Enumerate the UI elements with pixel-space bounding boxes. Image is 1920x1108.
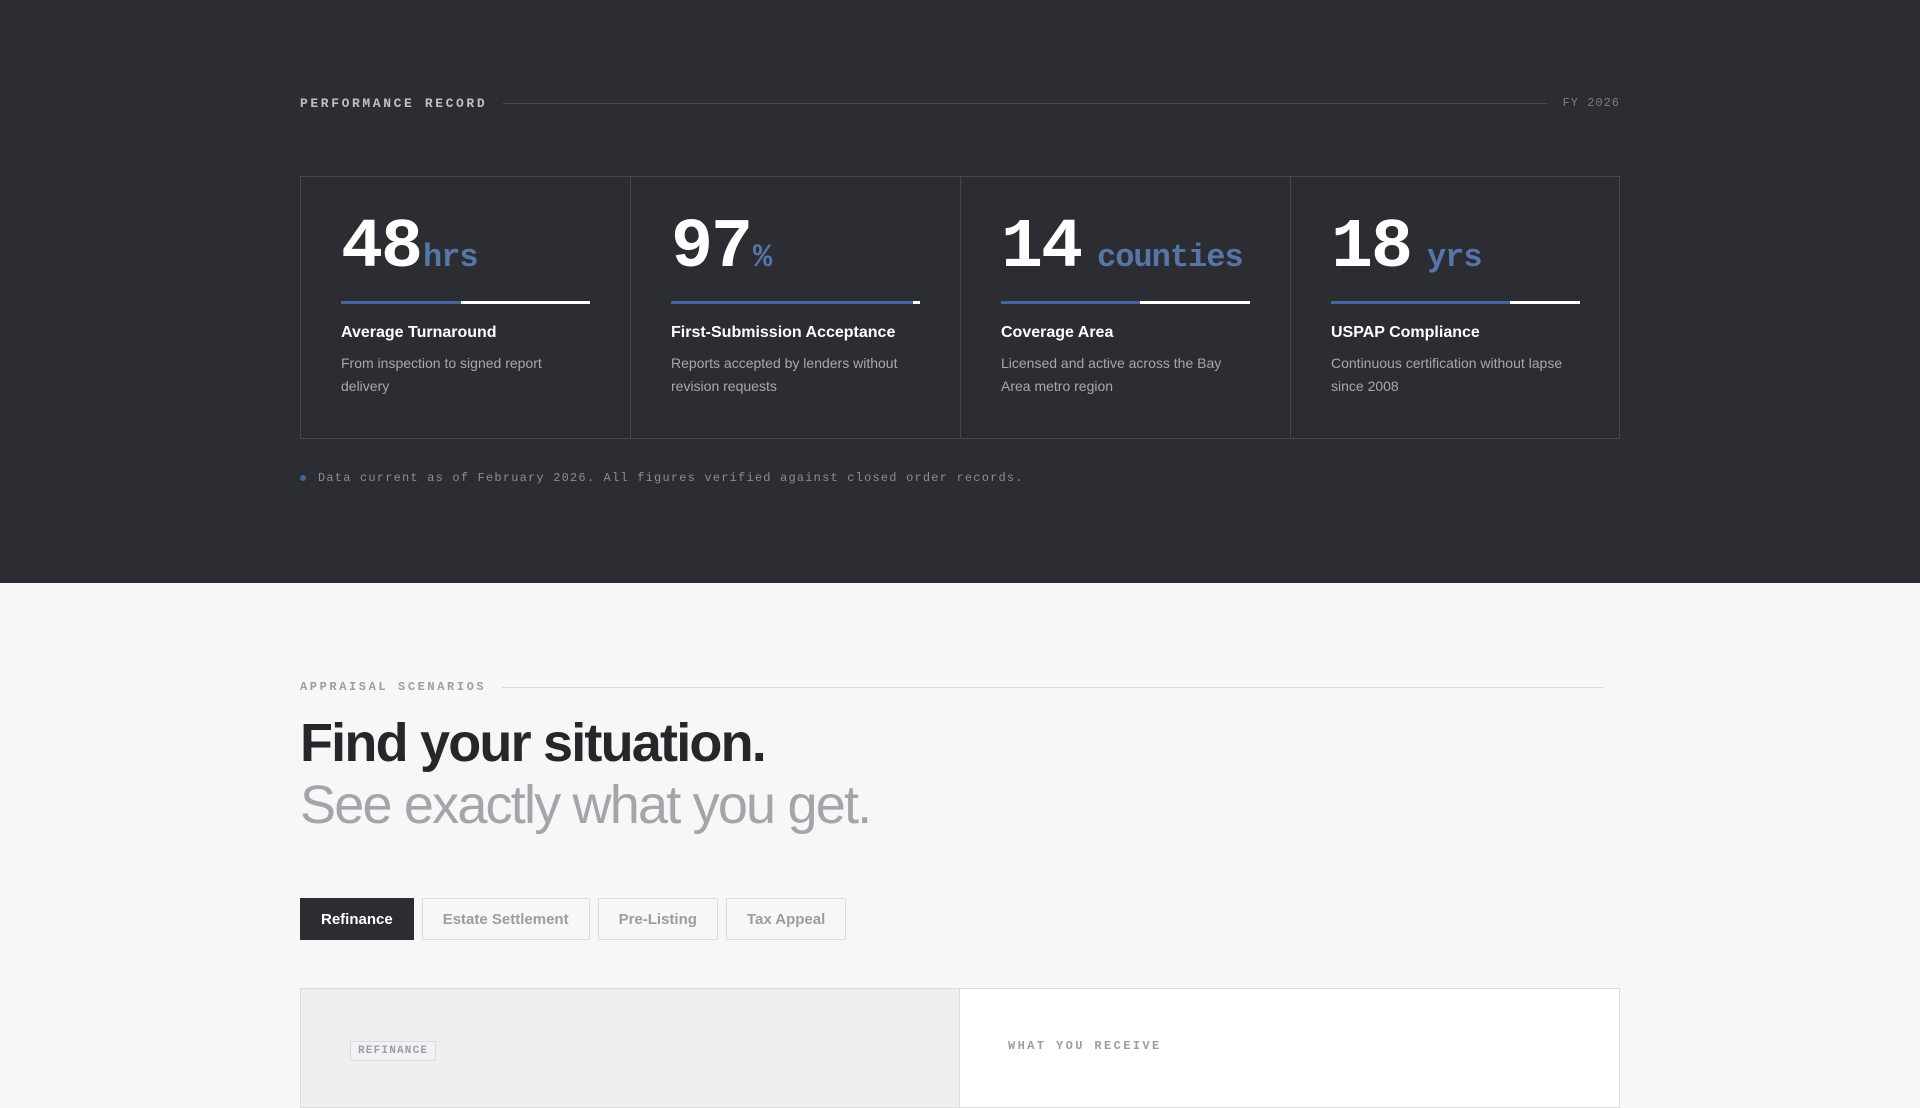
stat-value: 18 yrs	[1331, 213, 1580, 285]
stat-value: 14 counties	[1001, 213, 1250, 285]
fiscal-year-label: FY 2026	[1562, 96, 1620, 110]
stat-progress-fill	[671, 301, 913, 304]
scenario-badge: REFINANCE	[350, 1041, 437, 1061]
stat-card-coverage: 14 counties Coverage Area Licensed and a…	[961, 177, 1291, 438]
stat-unit: hrs	[423, 239, 479, 276]
stat-description: Licensed and active across the Bay Area …	[1001, 355, 1222, 394]
bullet-dot-icon	[300, 475, 306, 481]
scenario-panel-left: REFINANCE	[300, 988, 959, 1108]
header-divider	[503, 102, 1547, 104]
stat-number: 97	[671, 209, 753, 288]
stat-title: USPAP Compliance	[1331, 324, 1480, 341]
stat-value: 97 %	[671, 213, 920, 285]
data-note: Data current as of February 2026. All fi…	[300, 471, 1620, 485]
performance-label: PERFORMANCE RECORD	[300, 95, 488, 111]
stat-progress-fill	[1001, 301, 1141, 304]
stat-card-compliance: 18 yrs USPAP Compliance Continuous certi…	[1291, 177, 1620, 438]
stat-progress-bar	[1331, 301, 1580, 304]
stat-description: Continuous certification without lapse s…	[1331, 355, 1563, 394]
stat-title: Coverage Area	[1001, 324, 1114, 341]
tab-estate-settlement[interactable]: Estate Settlement	[421, 898, 590, 940]
data-note-text: Data current as of February 2026. All fi…	[318, 471, 1024, 485]
stat-progress-fill	[1331, 301, 1511, 304]
stat-title: First-Submission Acceptance	[671, 324, 896, 341]
stat-number: 14	[1001, 209, 1083, 288]
stat-progress-bar	[341, 301, 590, 304]
headline-secondary: See exactly what you get.	[300, 775, 872, 835]
stat-description: From inspection to signed report deliver…	[341, 355, 542, 394]
header-divider	[502, 686, 1604, 688]
stats-grid: 48 hrs Average Turnaround From inspectio…	[300, 176, 1620, 439]
stat-progress-bar	[1001, 301, 1250, 304]
tab-refinance[interactable]: Refinance	[300, 898, 414, 940]
tab-pre-listing[interactable]: Pre-Listing	[597, 898, 718, 940]
stat-progress-fill	[341, 301, 461, 304]
stat-card-turnaround: 48 hrs Average Turnaround From inspectio…	[301, 177, 631, 438]
stat-title: Average Turnaround	[341, 324, 497, 341]
stat-value: 48 hrs	[341, 213, 590, 285]
stat-description: Reports accepted by lenders without revi…	[671, 355, 898, 394]
scenario-tabs: Refinance Estate Settlement Pre-Listing …	[300, 898, 1620, 940]
stat-number: 18	[1331, 209, 1413, 288]
stat-unit: yrs	[1427, 239, 1483, 276]
scenarios-headline: Find your situation. See exactly what yo…	[300, 712, 1620, 836]
stat-progress-bar	[671, 301, 920, 304]
tab-tax-appeal[interactable]: Tax Appeal	[725, 898, 847, 940]
stat-unit: counties	[1097, 239, 1244, 276]
stat-unit: %	[753, 239, 772, 276]
headline-primary: Find your situation.	[300, 713, 767, 773]
scenarios-header: APPRAISAL SCENARIOS	[300, 679, 1620, 695]
performance-header: PERFORMANCE RECORD FY 2026	[300, 95, 1620, 111]
scenarios-label: APPRAISAL SCENARIOS	[300, 680, 487, 694]
stat-number: 48	[341, 209, 423, 288]
stat-card-acceptance: 97 % First-Submission Acceptance Reports…	[631, 177, 961, 438]
performance-section: PERFORMANCE RECORD FY 2026 48 hrs Averag…	[0, 0, 1920, 583]
scenario-panel-right: WHAT YOU RECEIVE	[959, 988, 1620, 1108]
receive-label: WHAT YOU RECEIVE	[1008, 1039, 1162, 1053]
